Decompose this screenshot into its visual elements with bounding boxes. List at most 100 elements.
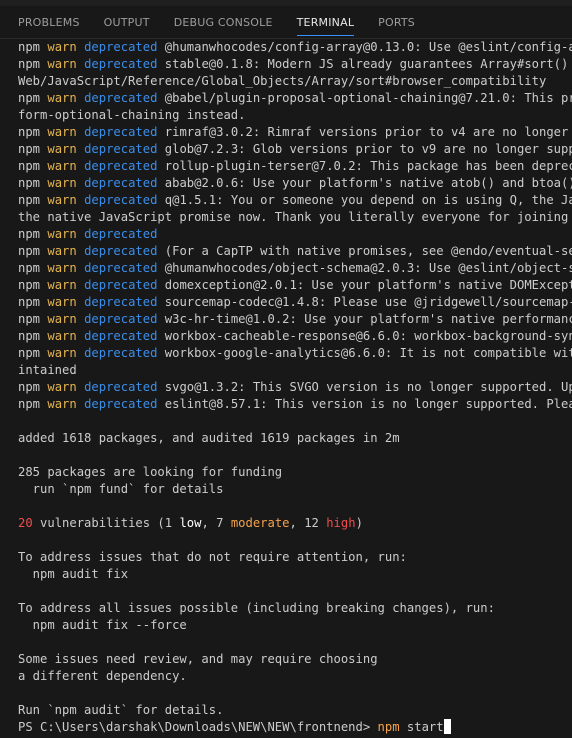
warn-message: Modern JS already guarantees Array#sort(… <box>260 57 572 71</box>
deprecated-label: deprecated <box>84 193 158 207</box>
npm-label: npm <box>18 57 41 71</box>
npm-label: npm <box>18 142 41 156</box>
npm-warn-line: npm warn deprecated <box>18 226 572 243</box>
npm-label: npm <box>18 125 41 139</box>
vuln-text: ) <box>355 516 363 530</box>
warn-message: Please use @jridgewell/sourcemap-cod <box>326 295 572 309</box>
tab-debug-console[interactable]: DEBUG CONSOLE <box>162 6 285 39</box>
npm-warn-line: npm warn deprecated @humanwhocodes/confi… <box>18 39 572 56</box>
warn-label: warn <box>47 125 77 139</box>
warn-label: warn <box>47 346 77 360</box>
npm-warn-line: npm warn deprecated workbox-google-analy… <box>18 345 572 362</box>
tab-output[interactable]: OUTPUT <box>92 6 162 39</box>
npm-warn-line: npm warn deprecated (For a CapTP with na… <box>18 243 572 260</box>
npm-warn-line: npm warn deprecated sourcemap-codec@1.4.… <box>18 294 572 311</box>
funding-line: run `npm fund` for details <box>18 481 572 498</box>
npm-label: npm <box>18 295 41 309</box>
tab-problems[interactable]: PROBLEMS <box>0 6 92 39</box>
warn-package: @babel/plugin-proposal-optional-chaining… <box>164 91 517 105</box>
terminal-output[interactable]: npm warn deprecated @humanwhocodes/confi… <box>18 39 572 738</box>
vuln-text: vulnerabilities (1 <box>32 516 180 530</box>
npm-label: npm <box>18 329 41 343</box>
warn-label: warn <box>47 40 77 54</box>
warn-package: rollup-plugin-terser@7.0.2: <box>164 159 363 173</box>
npm-label: npm <box>18 397 41 411</box>
warn-continuation: intained <box>18 363 77 377</box>
npm-warn-continuation: intained <box>18 362 572 379</box>
warn-message: Use your platform's native performance.n <box>296 312 572 326</box>
run-audit-hint: Run `npm audit` for details. <box>18 703 224 717</box>
warn-label: warn <box>47 91 77 105</box>
tab-terminal[interactable]: TERMINAL <box>285 6 367 39</box>
npm-warn-line: npm warn deprecated abab@2.0.6: Use your… <box>18 175 572 192</box>
warn-label: warn <box>47 380 77 394</box>
npm-warn-line: npm warn deprecated q@1.5.1: You or some… <box>18 192 572 209</box>
warn-message: Use @eslint/config-array <box>428 40 572 54</box>
npm-warn-line: npm warn deprecated workbox-cacheable-re… <box>18 328 572 345</box>
warn-package: svgo@1.3.2: <box>164 380 246 394</box>
warn-message: Use your platform's native DOMException <box>304 278 572 292</box>
terminal-line: To address all issues possible (includin… <box>18 600 572 617</box>
warn-label: warn <box>47 397 77 411</box>
npm-warn-line: npm warn deprecated rimraf@3.0.2: Rimraf… <box>18 124 572 141</box>
added-line: added 1618 packages, and audited 1619 pa… <box>18 430 572 447</box>
funding-line: 285 packages are looking for funding <box>18 464 572 481</box>
deprecated-label: deprecated <box>84 176 158 190</box>
warn-message: Rimraf versions prior to v4 are no longe… <box>260 125 572 139</box>
warn-message: workbox-background-sync@6 <box>414 329 572 343</box>
npm-warn-continuation: Web/JavaScript/Reference/Global_Objects/… <box>18 73 572 90</box>
npm-warn-line: npm warn deprecated svgo@1.3.2: This SVG… <box>18 379 572 396</box>
warn-package: domexception@2.0.1: <box>164 278 305 292</box>
audit-fix-command: npm audit fix <box>18 567 129 581</box>
warn-message: Use your platform's native atob() and bt… <box>245 176 572 190</box>
prompt-line: PS C:\Users\darshak\Downloads\NEW\NEW\fr… <box>18 719 572 736</box>
npm-label: npm <box>18 227 41 241</box>
warn-continuation: the native JavaScript promise now. Thank… <box>18 210 572 224</box>
terminal-line: a different dependency. <box>18 668 572 685</box>
terminal-line: Some issues need review, and may require… <box>18 651 572 668</box>
deprecated-label: deprecated <box>84 91 158 105</box>
terminal-line: Run `npm audit` for details. <box>18 702 572 719</box>
warn-package: w3c-hr-time@1.0.2: <box>164 312 297 326</box>
warn-package: (For a CapTP with native promises, see @… <box>164 244 572 258</box>
warn-package: sourcemap-codec@1.4.8: <box>164 295 327 309</box>
warn-package: stable@0.1.8: <box>164 57 261 71</box>
shell-prompt: PS C:\Users\darshak\Downloads\NEW\NEW\fr… <box>18 720 378 734</box>
npm-label: npm <box>18 312 41 326</box>
deprecated-label: deprecated <box>84 125 158 139</box>
npm-warn-line: npm warn deprecated w3c-hr-time@1.0.2: U… <box>18 311 572 328</box>
npm-warn-line: npm warn deprecated stable@0.1.8: Modern… <box>18 56 572 73</box>
warn-label: warn <box>47 261 77 275</box>
npm-label: npm <box>18 261 41 275</box>
warn-package: @humanwhocodes/object-schema@2.0.3: <box>164 261 422 275</box>
npm-label: npm <box>18 176 41 190</box>
terminal-line: npm audit fix <box>18 566 572 583</box>
vuln-high: high <box>326 516 356 530</box>
warn-package: q@1.5.1: <box>164 193 224 207</box>
deprecated-label: deprecated <box>84 227 158 241</box>
vuln-text: , 12 <box>289 516 327 530</box>
warn-package: eslint@8.57.1: <box>164 397 268 411</box>
funding-hint: run `npm fund` for details <box>18 482 224 496</box>
text-cursor <box>443 719 451 734</box>
warn-package: workbox-google-analytics@6.6.0: <box>164 346 393 360</box>
tab-ports[interactable]: PORTS <box>366 6 427 39</box>
warn-continuation: Web/JavaScript/Reference/Global_Objects/… <box>18 74 547 88</box>
npm-warn-line: npm warn deprecated @babel/plugin-propos… <box>18 90 572 107</box>
audit-force-hint: To address all issues possible (includin… <box>18 601 495 615</box>
deprecated-label: deprecated <box>84 329 158 343</box>
npm-warn-line: npm warn deprecated @humanwhocodes/objec… <box>18 260 572 277</box>
deprecated-label: deprecated <box>84 261 158 275</box>
warn-label: warn <box>47 193 77 207</box>
deprecated-label: deprecated <box>84 57 158 71</box>
warn-label: warn <box>47 278 77 292</box>
deprecated-label: deprecated <box>84 278 158 292</box>
warn-label: warn <box>47 295 77 309</box>
deprecated-label: deprecated <box>84 346 158 360</box>
deprecated-label: deprecated <box>84 244 158 258</box>
